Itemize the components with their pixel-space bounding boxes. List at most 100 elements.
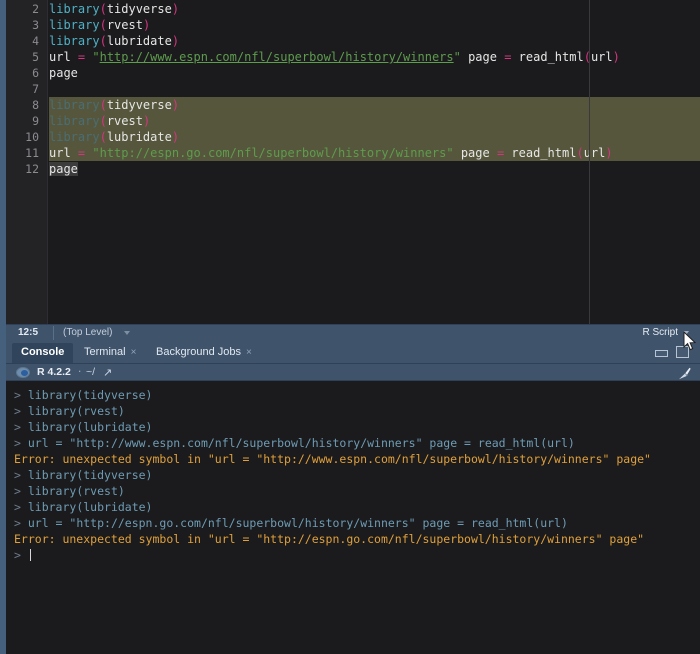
- editor-line[interactable]: url = "http://espn.go.com/nfl/superbowl/…: [49, 145, 613, 161]
- source-editor-pane[interactable]: 2 3 4 5 6 7 8 9 10 11 12 library(tidyverse) library…: [6, 0, 700, 324]
- tab-label: Terminal: [84, 346, 126, 358]
- code-token: library: [49, 114, 100, 128]
- console-text-caret[interactable]: [29, 549, 31, 561]
- console-line: > library(tidyverse): [14, 387, 700, 403]
- r-logo-icon: [16, 367, 30, 378]
- editor-margin-guide: [589, 0, 590, 324]
- code-token: url: [583, 146, 606, 160]
- console-output[interactable]: > library(tidyverse) > library(rvest) > li…: [6, 381, 700, 654]
- code-token: rvest: [106, 114, 143, 128]
- editor-line[interactable]: library(tidyverse): [49, 97, 179, 113]
- console-prompt: >: [14, 388, 28, 402]
- console-prompt: >: [14, 436, 28, 450]
- console-prompt: >: [14, 548, 28, 562]
- editor-line[interactable]: page: [49, 65, 78, 81]
- code-token: ": [453, 50, 461, 64]
- console-line: >: [14, 547, 700, 563]
- console-line: > library(rvest): [14, 483, 700, 499]
- console-error-text: Error: unexpected symbol in "url = "http…: [14, 452, 651, 466]
- gutter-line-number: 7: [32, 82, 39, 96]
- console-error-text: Error: unexpected symbol in "url = "http…: [14, 532, 645, 546]
- editor-gutter: 2 3 4 5 6 7 8 9 10 11 12: [6, 0, 48, 324]
- working-directory-label[interactable]: ~/: [86, 366, 95, 378]
- code-token: ): [605, 146, 613, 160]
- console-prompt: >: [14, 404, 28, 418]
- code-token: (: [99, 18, 107, 32]
- editor-line[interactable]: library(tidyverse): [49, 1, 179, 17]
- tab-label: Background Jobs: [156, 346, 241, 358]
- editor-line[interactable]: library(rvest): [49, 17, 150, 33]
- console-prompt: >: [14, 516, 28, 530]
- gutter-line-number: 10: [25, 130, 39, 144]
- console-line: Error: unexpected symbol in "url = "http…: [14, 451, 700, 467]
- gutter-line-number: 3: [32, 18, 39, 32]
- code-token: read_html: [504, 146, 577, 160]
- code-token: rvest: [106, 18, 143, 32]
- code-token: url: [590, 50, 613, 64]
- console-command-text: url = "http://www.espn.com/nfl/superbowl…: [27, 436, 575, 450]
- code-token: (: [99, 2, 107, 16]
- close-icon[interactable]: ×: [246, 347, 252, 358]
- chevron-down-icon[interactable]: [124, 331, 130, 335]
- console-tab-console[interactable]: Console: [12, 343, 74, 363]
- gutter-line-number: 4: [32, 34, 39, 48]
- status-divider: [53, 326, 54, 340]
- console-command-text: library(rvest): [27, 484, 125, 498]
- console-line: > library(tidyverse): [14, 467, 700, 483]
- code-token: library: [49, 2, 100, 16]
- editor-line[interactable]: library(rvest): [49, 113, 150, 129]
- code-token: ): [171, 2, 180, 16]
- chevron-down-icon[interactable]: [683, 331, 689, 335]
- code-token: ): [171, 130, 180, 144]
- code-token: page: [49, 162, 78, 176]
- code-token: library: [49, 18, 100, 32]
- info-separator: ·: [78, 366, 82, 378]
- code-token: library: [49, 130, 100, 144]
- console-prompt: >: [14, 468, 28, 482]
- file-type-selector[interactable]: R Script: [642, 327, 678, 338]
- console-pane: Console Terminal × Background Jobs × R 4.2.2…: [6, 341, 700, 654]
- console-tab-terminal[interactable]: Terminal ×: [75, 343, 145, 363]
- code-token: read_html: [511, 50, 584, 64]
- code-token: ): [142, 114, 151, 128]
- rstudio-window: 2 3 4 5 6 7 8 9 10 11 12 library(tidyverse) library…: [0, 0, 700, 654]
- code-token: (: [99, 130, 107, 144]
- cursor-position-label: 12:5: [18, 327, 39, 338]
- code-token: ": [92, 50, 100, 64]
- console-command-text: library(lubridate): [27, 500, 153, 514]
- console-prompt: >: [14, 500, 28, 514]
- open-directory-arrow-icon[interactable]: ↗: [103, 367, 112, 378]
- code-token: (: [99, 114, 107, 128]
- gutter-line-number: 2: [32, 2, 39, 16]
- code-token: ): [171, 34, 180, 48]
- code-token: library: [49, 98, 100, 112]
- minimize-panel-icon[interactable]: [655, 350, 668, 357]
- editor-line[interactable]: url = "http://www.espn.com/nfl/superbowl…: [49, 49, 620, 65]
- gutter-line-number: 6: [32, 66, 39, 80]
- editor-line[interactable]: library(lubridate): [49, 33, 179, 49]
- console-prompt: >: [14, 420, 28, 434]
- code-token: (: [99, 34, 107, 48]
- close-icon[interactable]: ×: [131, 347, 137, 358]
- console-tab-bar: Console Terminal × Background Jobs ×: [6, 341, 700, 364]
- code-token: lubridate: [106, 34, 172, 48]
- code-token: tidyverse: [106, 2, 172, 16]
- gutter-line-number: 11: [25, 146, 39, 160]
- gutter-line-number: 8: [32, 98, 39, 112]
- editor-code-area[interactable]: library(tidyverse) library(rvest) library(…: [49, 0, 700, 324]
- code-token: page: [453, 146, 497, 160]
- code-scope-selector[interactable]: (Top Level): [63, 327, 112, 338]
- console-info-bar: R 4.2.2 · ~/ ↗: [6, 364, 700, 381]
- console-tab-background-jobs[interactable]: Background Jobs ×: [147, 343, 261, 363]
- console-line: > url = "http://espn.go.com/nfl/superbow…: [14, 515, 700, 531]
- console-command-text: url = "http://espn.go.com/nfl/superbowl/…: [27, 516, 568, 530]
- editor-status-bar: 12:5 (Top Level) R Script: [6, 324, 700, 341]
- editor-line[interactable]: page: [49, 161, 78, 177]
- console-line: > library(lubridate): [14, 419, 700, 435]
- editor-line[interactable]: library(lubridate): [49, 129, 179, 145]
- maximize-panel-icon[interactable]: [676, 346, 689, 358]
- code-token: page: [460, 50, 505, 64]
- console-command-text: library(lubridate): [27, 420, 153, 434]
- console-command-text: library(rvest): [27, 404, 125, 418]
- broom-icon[interactable]: [676, 367, 692, 380]
